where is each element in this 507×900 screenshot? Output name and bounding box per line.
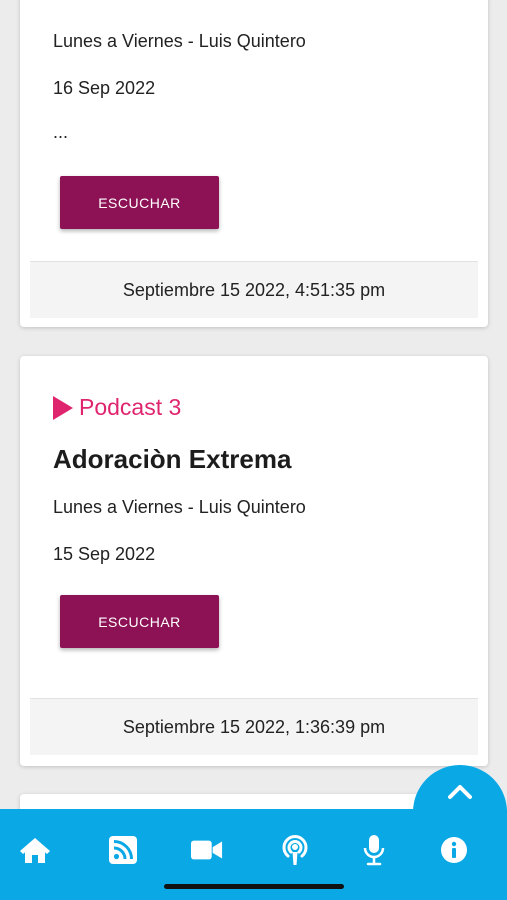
rss-icon[interactable]	[107, 834, 139, 866]
card-timestamp: Septiembre 15 2022, 1:36:39 pm	[30, 698, 478, 755]
podcast-label-text: Podcast 3	[79, 394, 182, 420]
info-icon[interactable]	[438, 834, 470, 866]
card-subtitle: Lunes a Viernes - Luis Quintero	[53, 31, 306, 51]
listen-button[interactable]: ESCUCHAR	[60, 176, 219, 229]
microphone-icon[interactable]	[358, 834, 390, 866]
card-date: 16 Sep 2022	[53, 78, 156, 98]
card-title: Adoraciòn Extrema	[53, 444, 292, 474]
podcast-icon[interactable]	[279, 834, 311, 866]
podcast-label: Podcast 3	[53, 394, 181, 421]
listen-button[interactable]: ESCUCHAR	[60, 595, 219, 648]
chevron-up-icon[interactable]	[447, 782, 473, 800]
card-date: 15 Sep 2022	[53, 544, 156, 564]
video-icon[interactable]	[191, 834, 223, 866]
card-timestamp: Septiembre 15 2022, 4:51:35 pm	[30, 261, 478, 318]
home-indicator	[164, 884, 344, 889]
home-icon[interactable]	[19, 834, 51, 866]
play-icon	[53, 395, 73, 420]
podcast-card: Lunes a Viernes - Luis Quintero 16 Sep 2…	[20, 0, 488, 327]
card-subtitle: Lunes a Viernes - Luis Quintero	[53, 497, 306, 517]
podcast-card: Podcast 3 Adoraciòn Extrema Lunes a Vier…	[20, 356, 488, 766]
card-ellipsis: ...	[53, 122, 69, 142]
